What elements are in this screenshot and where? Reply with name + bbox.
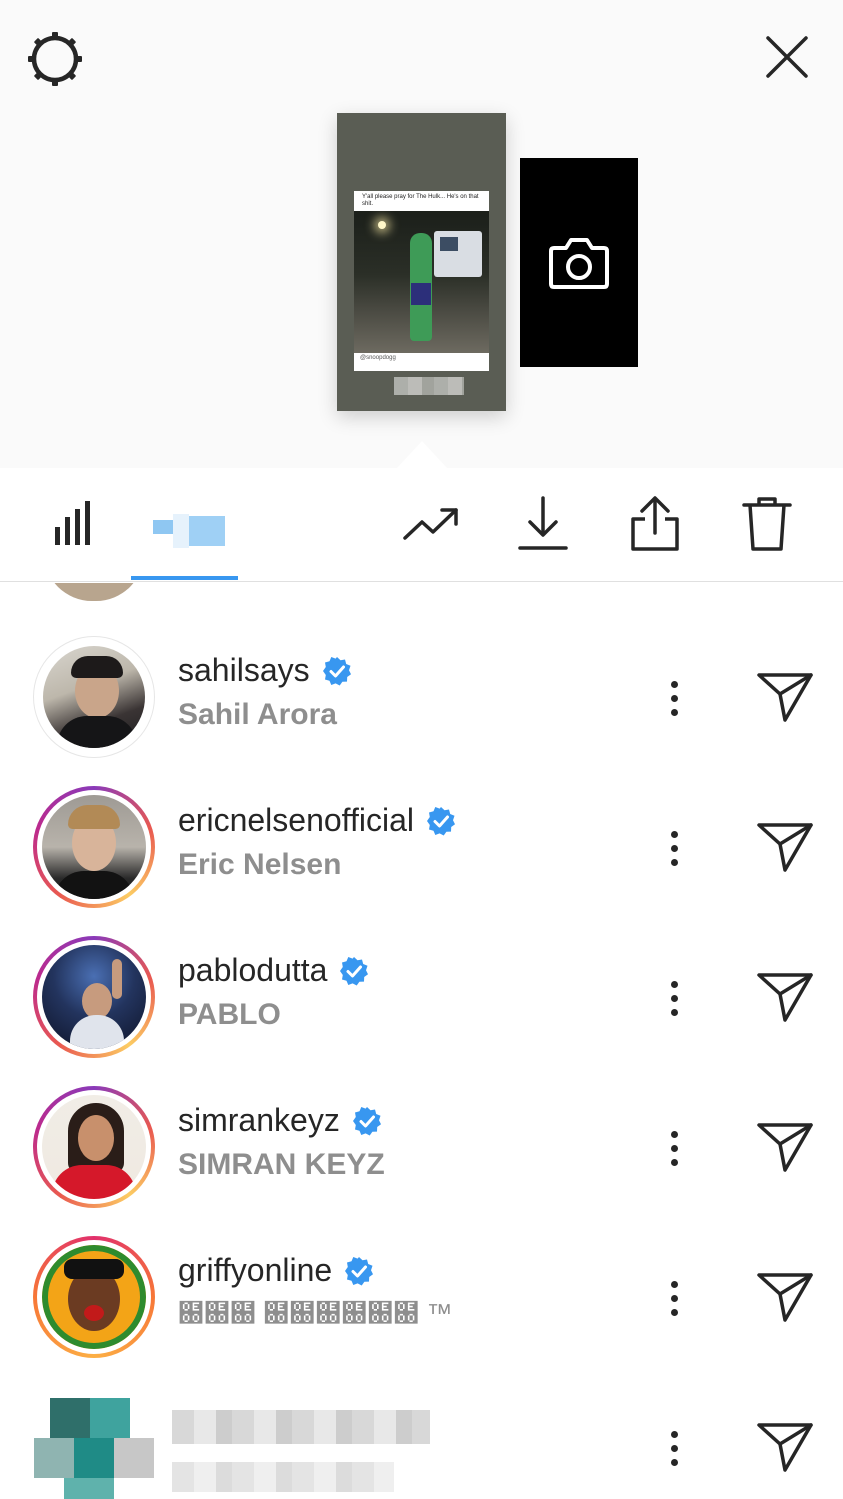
list-item[interactable]: simrankeyz SIMRAN KEYZ: [0, 1072, 843, 1222]
avatar: [42, 795, 146, 899]
avatar-frame[interactable]: [33, 1086, 155, 1208]
more-options-button[interactable]: [654, 966, 694, 1030]
list-item[interactable]: pablodutta PABLO: [0, 922, 843, 1072]
list-item[interactable]: sahilsays Sahil Arora: [0, 622, 843, 772]
verified-badge-icon: [322, 656, 351, 685]
paper-plane-icon: [757, 1273, 813, 1322]
close-button[interactable]: [758, 28, 816, 86]
send-message-button[interactable]: [752, 1114, 818, 1180]
viewers-tab[interactable]: [153, 514, 225, 548]
more-options-button[interactable]: [654, 666, 694, 730]
post-photo: [354, 211, 489, 353]
list-item[interactable]: ericnelsenofficial Eric Nelsen: [0, 772, 843, 922]
insights-button[interactable]: [45, 494, 105, 554]
share-button[interactable]: [625, 494, 685, 554]
share-icon: [631, 496, 679, 551]
more-options-button[interactable]: [654, 1416, 694, 1480]
more-options-button[interactable]: [654, 1116, 694, 1180]
list-item[interactable]: [0, 1372, 843, 1499]
username[interactable]: sahilsays: [178, 652, 310, 689]
username[interactable]: pablodutta: [178, 952, 327, 989]
blurred-overlay: [394, 377, 464, 395]
selected-story-pointer: [396, 441, 448, 469]
delete-button[interactable]: [737, 494, 797, 554]
promote-button[interactable]: [401, 494, 461, 554]
post-credit: @snoopdogg: [360, 355, 396, 361]
close-icon: [766, 36, 808, 78]
username[interactable]: simrankeyz: [178, 1102, 340, 1139]
post-caption: Y'all please pray for The Hulk... He's o…: [362, 194, 479, 207]
add-story-thumbnail[interactable]: [520, 158, 638, 367]
verified-badge-icon: [345, 1256, 374, 1285]
avatar: [44, 583, 144, 601]
blurred-username: [172, 1410, 430, 1444]
gear-icon: [28, 32, 82, 86]
avatar: [34, 1386, 156, 1499]
current-story-thumbnail[interactable]: Y'all please pray for The Hulk... He's o…: [337, 113, 506, 411]
reshared-post-card: Y'all please pray for The Hulk... He's o…: [354, 191, 489, 371]
avatar-frame[interactable]: [33, 636, 155, 758]
download-icon: [518, 496, 568, 550]
bar-chart-icon: [55, 501, 90, 545]
settings-button[interactable]: [24, 28, 86, 90]
camera-icon: [549, 237, 609, 289]
trending-icon: [403, 508, 458, 540]
more-options-button[interactable]: [654, 816, 694, 880]
full-name: PABLO: [178, 998, 281, 1031]
verified-badge-icon: [352, 1106, 381, 1135]
verified-badge-icon: [340, 956, 369, 985]
more-options-button[interactable]: [654, 1266, 694, 1330]
avatar: [42, 1245, 146, 1349]
paper-plane-icon: [757, 673, 813, 722]
list-item[interactable]: griffyonline ฀฀฀ ฀฀฀฀฀฀ ™: [0, 1222, 843, 1372]
active-tab-indicator: [131, 576, 238, 580]
avatar-frame[interactable]: [33, 786, 155, 908]
avatar-frame[interactable]: [33, 936, 155, 1058]
viewer-list: sahilsays Sahil Arora ericnelsenofficial…: [0, 583, 843, 1499]
send-message-button[interactable]: [752, 814, 818, 880]
send-message-button[interactable]: [752, 1264, 818, 1330]
list-item-partial[interactable]: [44, 583, 144, 601]
username[interactable]: ericnelsenofficial: [178, 802, 414, 839]
send-message-button[interactable]: [752, 964, 818, 1030]
send-message-button[interactable]: [752, 1414, 818, 1480]
blurred-full-name: [172, 1462, 394, 1492]
send-message-button[interactable]: [752, 664, 818, 730]
story-preview-area: Y'all please pray for The Hulk... He's o…: [0, 0, 843, 469]
full-name: SIMRAN KEYZ: [178, 1148, 385, 1181]
full-name: Sahil Arora: [178, 698, 337, 731]
paper-plane-icon: [757, 1423, 813, 1472]
verified-badge-icon: [426, 806, 455, 835]
avatar-frame[interactable]: [33, 1236, 155, 1358]
paper-plane-icon: [757, 973, 813, 1022]
trash-icon: [742, 497, 792, 551]
username[interactable]: griffyonline: [178, 1252, 332, 1289]
full-name: ฀฀฀ ฀฀฀฀฀฀ ™: [178, 1298, 453, 1328]
avatar: [42, 945, 146, 1049]
paper-plane-icon: [757, 823, 813, 872]
paper-plane-icon: [757, 1123, 813, 1172]
avatar: [43, 646, 145, 748]
avatar: [42, 1095, 146, 1199]
story-toolbar: [0, 468, 843, 582]
full-name: Eric Nelsen: [178, 848, 342, 881]
save-button[interactable]: [513, 494, 573, 554]
